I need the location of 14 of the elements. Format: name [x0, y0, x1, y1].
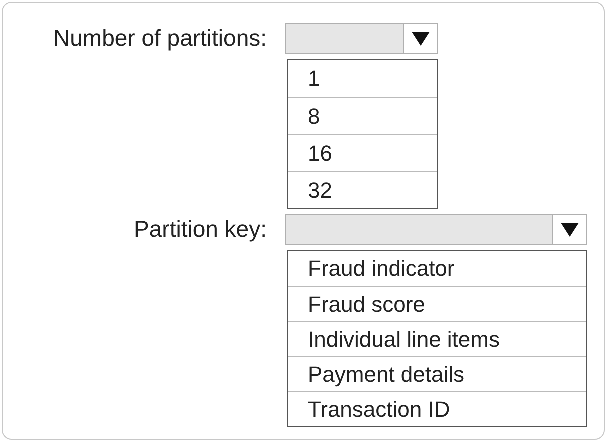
list-option[interactable]: Fraud indicator — [288, 251, 586, 286]
list-option[interactable]: Payment details — [288, 356, 586, 391]
list-option[interactable]: Fraud score — [288, 286, 586, 321]
list-option[interactable]: 32 — [288, 171, 437, 208]
list-option[interactable]: Individual line items — [288, 321, 586, 356]
list-option[interactable]: 1 — [288, 60, 437, 97]
caret-icon — [560, 222, 578, 236]
list-option[interactable]: Transaction ID — [288, 391, 586, 426]
list-option[interactable]: 8 — [288, 97, 437, 134]
caret-icon — [412, 32, 430, 46]
list-option[interactable]: 16 — [288, 134, 437, 171]
field-label: Partition key: — [134, 216, 267, 242]
field-label: Number of partitions: — [54, 25, 267, 51]
dropdown[interactable] — [285, 23, 438, 54]
